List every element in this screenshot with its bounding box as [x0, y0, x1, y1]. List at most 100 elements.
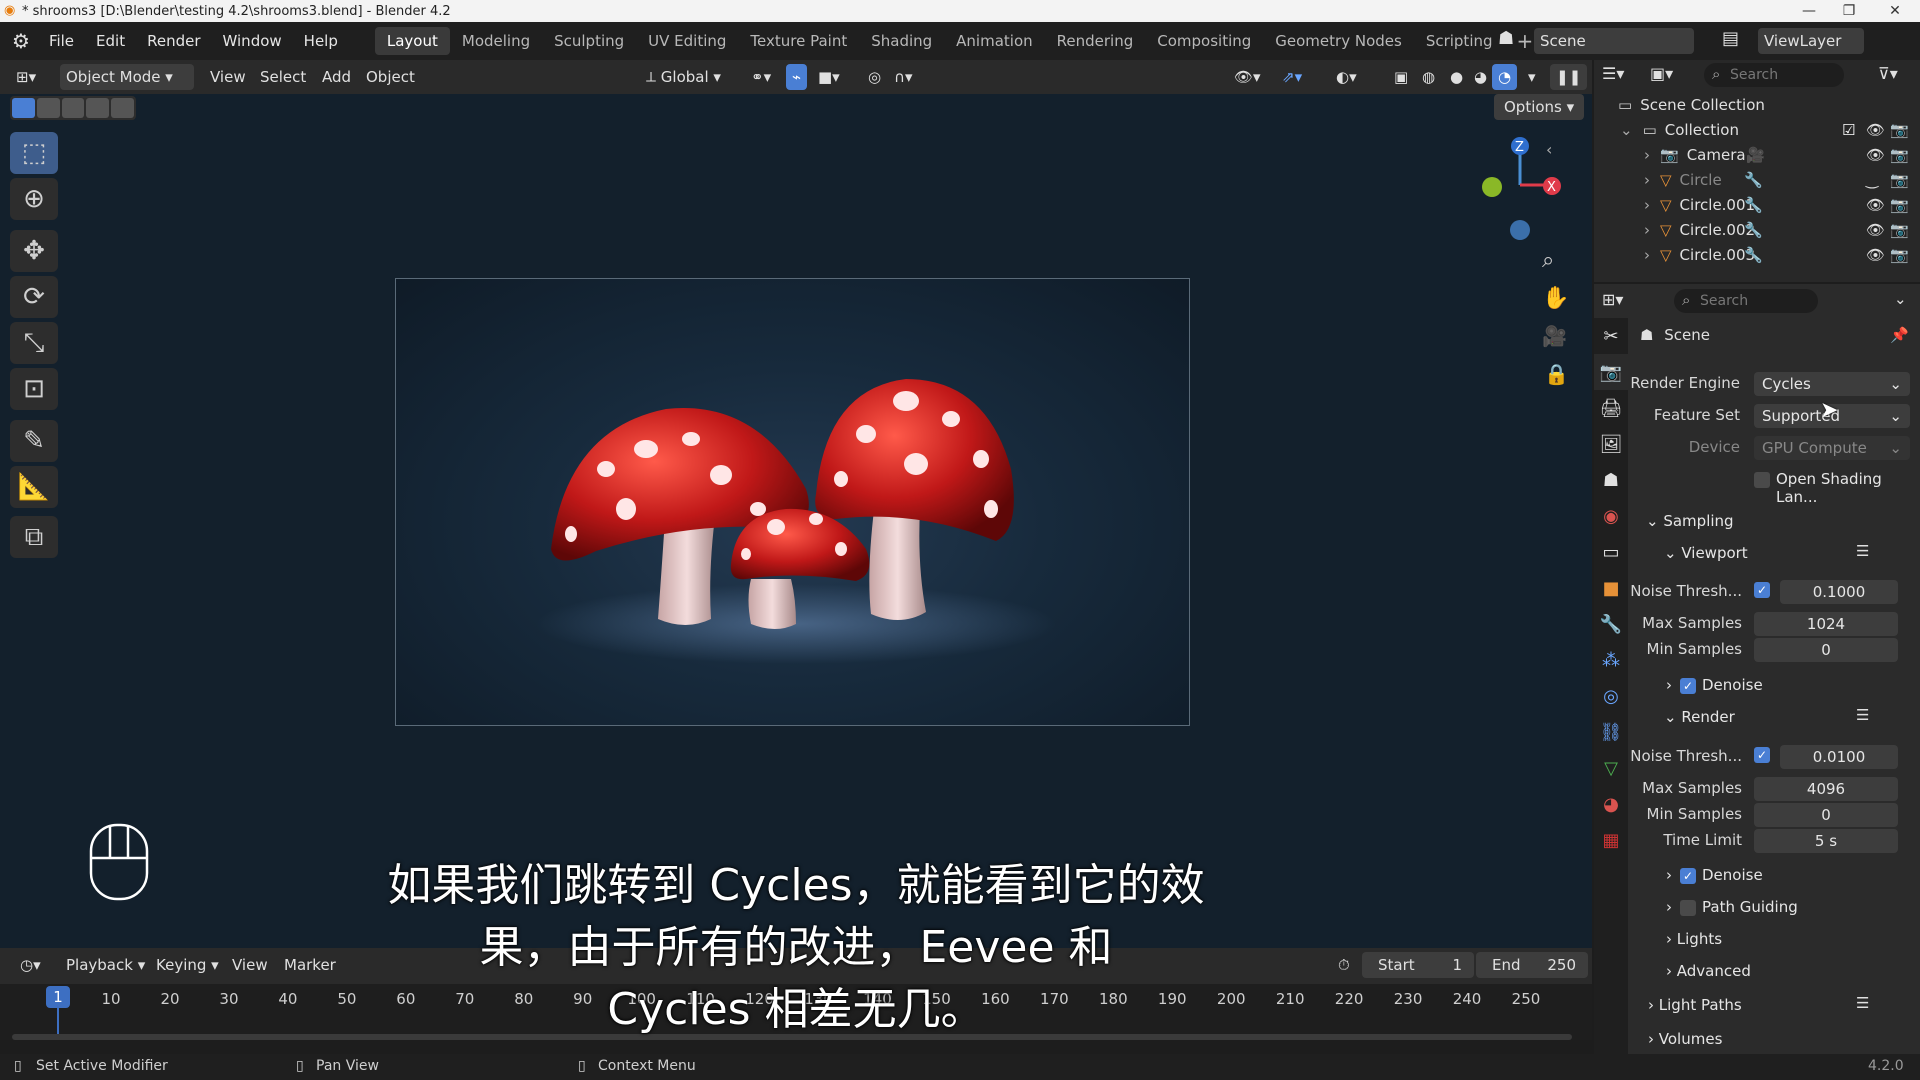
- render-min-samples-field[interactable]: 0: [1754, 803, 1898, 827]
- modifier-icon[interactable]: 🔧: [1744, 246, 1763, 264]
- select-new-icon[interactable]: [12, 98, 35, 118]
- proportional-edit-icon[interactable]: ◎: [862, 64, 887, 90]
- move-tool-icon[interactable]: ✥: [10, 230, 58, 272]
- outliner-item[interactable]: › ▽ Circle.002 🔧 👁 📷: [1594, 217, 1920, 242]
- rotate-tool-icon[interactable]: ⟳: [10, 276, 58, 318]
- camera-view-icon[interactable]: 🎥: [1542, 324, 1567, 348]
- annotate-tool-icon[interactable]: ✎: [10, 420, 58, 462]
- tab-shading[interactable]: Shading: [859, 27, 944, 55]
- render-engine-dropdown[interactable]: Cycles ⌄: [1754, 372, 1910, 396]
- xray-icon[interactable]: ▣: [1388, 64, 1414, 90]
- view-layer-selector[interactable]: ViewLayer: [1758, 28, 1864, 54]
- eye-icon[interactable]: 👁: [1866, 121, 1885, 139]
- render-camera-icon[interactable]: 📷: [1890, 221, 1909, 239]
- tab-modeling[interactable]: Modeling: [450, 27, 542, 55]
- snap-target-icon[interactable]: ■▾: [812, 64, 846, 90]
- menu-view[interactable]: View: [204, 64, 252, 90]
- chevron-right-icon[interactable]: ›: [1644, 221, 1650, 239]
- select-invert-icon[interactable]: [86, 98, 110, 118]
- presets-list-icon[interactable]: ☰: [1856, 542, 1869, 560]
- menu-select[interactable]: Select: [254, 64, 312, 90]
- path-guiding-checkbox[interactable]: [1680, 900, 1696, 916]
- physics-tab-icon[interactable]: ◎: [1594, 678, 1628, 714]
- maximize-icon[interactable]: ❐: [1826, 0, 1872, 22]
- eye-icon[interactable]: 👁: [1866, 196, 1885, 214]
- menu-help[interactable]: Help: [293, 32, 349, 50]
- zoom-icon[interactable]: ⌕: [1542, 248, 1554, 273]
- chevron-right-icon[interactable]: ›: [1644, 171, 1650, 189]
- render-camera-icon[interactable]: 📷: [1890, 121, 1909, 139]
- viewport-denoise-header[interactable]: ›: [1666, 676, 1672, 694]
- viewport-noise-field[interactable]: 0.1000: [1780, 580, 1898, 604]
- chevron-right-icon[interactable]: ›: [1644, 146, 1650, 164]
- constraints-tab-icon[interactable]: ⛓: [1594, 714, 1628, 750]
- tab-texture-paint[interactable]: Texture Paint: [738, 27, 859, 55]
- rendered-shading-icon[interactable]: ◔: [1492, 64, 1518, 90]
- chevron-right-icon[interactable]: ›: [1644, 196, 1650, 214]
- particles-tab-icon[interactable]: ⁂: [1594, 642, 1628, 678]
- close-icon[interactable]: ✕: [1872, 0, 1918, 22]
- outliner-item[interactable]: › ▽ Circle.003 🔧 👁 📷: [1594, 242, 1920, 267]
- advanced-subpanel-header[interactable]: › Advanced: [1666, 962, 1751, 980]
- data-tab-icon[interactable]: ▽: [1594, 750, 1628, 786]
- overlays-icon[interactable]: ◐▾: [1330, 64, 1363, 90]
- lock-icon[interactable]: 🔒: [1544, 362, 1569, 386]
- texture-tab-icon[interactable]: ▦: [1594, 822, 1628, 858]
- chevron-down-icon[interactable]: ⌄: [1894, 290, 1907, 308]
- select-subtract-icon[interactable]: [61, 98, 85, 118]
- menu-render[interactable]: Render: [136, 32, 211, 50]
- outliner-search-input[interactable]: Search: [1704, 63, 1844, 87]
- modifier-tab-icon[interactable]: 🔧: [1594, 606, 1628, 642]
- select-extend-icon[interactable]: [36, 98, 60, 118]
- properties-editor-icon[interactable]: ⊞▾: [1602, 290, 1623, 309]
- osl-checkbox[interactable]: [1754, 472, 1770, 488]
- presets-list-icon[interactable]: ☰: [1856, 994, 1869, 1012]
- viewport-min-samples-field[interactable]: 0: [1754, 638, 1898, 662]
- viewport-max-samples-field[interactable]: 1024: [1754, 612, 1898, 636]
- outliner-editor-icon[interactable]: ☰▾: [1602, 64, 1624, 83]
- falloff-icon[interactable]: ∩▾: [888, 64, 919, 90]
- render-denoise-header[interactable]: ›: [1666, 866, 1672, 884]
- output-tab-icon[interactable]: 🖨: [1594, 390, 1628, 426]
- eye-icon[interactable]: 👁: [1866, 146, 1885, 164]
- measure-tool-icon[interactable]: 📐: [10, 466, 58, 508]
- device-dropdown[interactable]: GPU Compute ⌄: [1754, 436, 1910, 460]
- eye-closed-icon[interactable]: ‿: [1866, 171, 1878, 189]
- outliner-item[interactable]: › ▽ Circle.001 🔧 👁 📷: [1594, 192, 1920, 217]
- filter-icon[interactable]: ⊽▾: [1878, 64, 1898, 83]
- material-shading-icon[interactable]: ◕: [1468, 64, 1493, 90]
- presets-list-icon[interactable]: ☰: [1856, 706, 1869, 724]
- object-tab-icon[interactable]: ■: [1594, 570, 1628, 606]
- editor-type-icon[interactable]: ⊞▾: [10, 64, 42, 90]
- modifier-icon[interactable]: 🔧: [1744, 171, 1763, 189]
- tab-animation[interactable]: Animation: [944, 27, 1044, 55]
- outliner-item[interactable]: › 📷 Camera 🎥 👁 📷: [1594, 142, 1920, 167]
- outliner-scene-collection[interactable]: ▭ Scene Collection: [1594, 92, 1920, 117]
- eye-icon[interactable]: 👁: [1866, 246, 1885, 264]
- blender-menu-icon[interactable]: ⚙: [12, 29, 30, 53]
- checkbox-icon[interactable]: ☑: [1842, 121, 1855, 139]
- modifier-icon[interactable]: 🔧: [1744, 221, 1763, 239]
- render-camera-icon[interactable]: 📷: [1890, 196, 1909, 214]
- gizmo-icon[interactable]: ⇗▾: [1276, 64, 1308, 90]
- transform-orientation-dropdown[interactable]: ⟂ Global ▾: [640, 64, 727, 90]
- chevron-down-icon[interactable]: ⌄: [1620, 121, 1633, 139]
- pan-hand-icon[interactable]: ✋: [1542, 286, 1569, 311]
- sampling-panel-header[interactable]: ⌄ Sampling: [1646, 512, 1734, 530]
- select-box-tool-icon[interactable]: ⬚: [10, 132, 58, 174]
- viewport-subpanel-header[interactable]: ⌄ Viewport: [1664, 544, 1748, 562]
- path-guiding-header[interactable]: ›: [1666, 898, 1672, 916]
- menu-window[interactable]: Window: [212, 32, 293, 50]
- menu-file[interactable]: File: [38, 32, 85, 50]
- modifier-icon[interactable]: 🔧: [1744, 196, 1763, 214]
- eye-icon[interactable]: 👁: [1866, 221, 1885, 239]
- render-camera-icon[interactable]: 📷: [1890, 146, 1909, 164]
- pivot-icon[interactable]: ⚭▾: [745, 64, 777, 90]
- lights-subpanel-header[interactable]: › Lights: [1666, 930, 1722, 948]
- add-cube-tool-icon[interactable]: ⧉: [10, 516, 58, 558]
- navigation-gizmo[interactable]: Z X: [1470, 130, 1580, 250]
- chevron-right-icon[interactable]: ›: [1644, 246, 1650, 264]
- scale-tool-icon[interactable]: ⤡: [10, 322, 58, 364]
- outliner-collection[interactable]: ⌄ ▭ Collection ☑ 👁 📷: [1594, 117, 1920, 142]
- snap-toggle-icon[interactable]: ⌁: [786, 64, 808, 90]
